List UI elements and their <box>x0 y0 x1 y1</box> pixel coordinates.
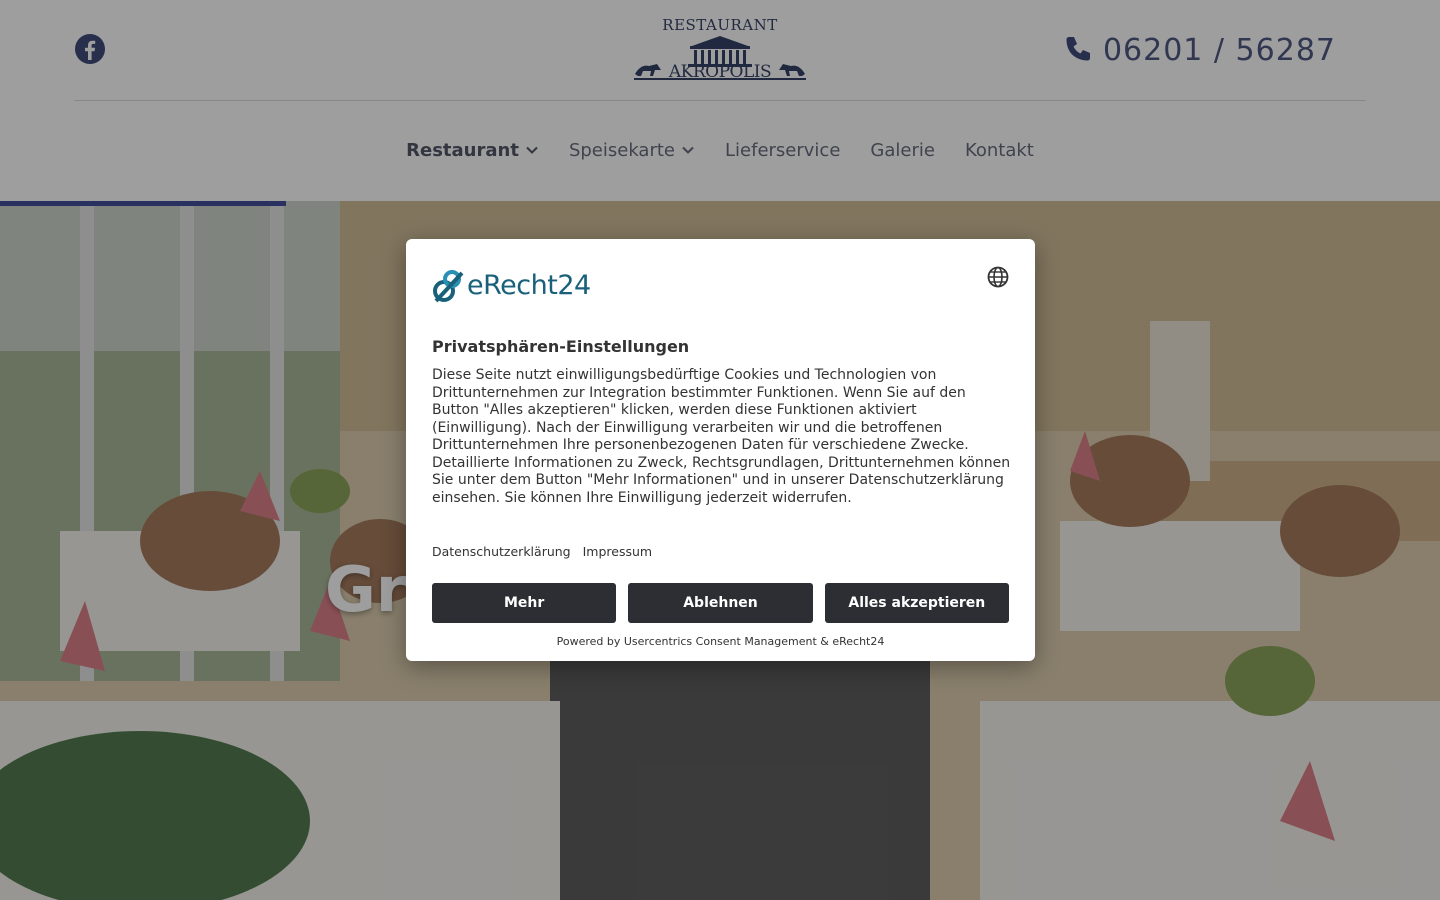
decline-button[interactable]: Ablehnen <box>628 583 813 623</box>
privacy-policy-link[interactable]: Datenschutzerklärung <box>432 544 571 559</box>
consent-title: Privatsphären-Einstellungen <box>432 337 690 356</box>
erecht24-logo: eRecht24 <box>432 265 591 305</box>
consent-dialog: eRecht24 Privatsphären-Einstellungen Die… <box>406 239 1035 661</box>
consent-description: Diese Seite nutzt einwilligungsbedürftig… <box>432 367 1011 506</box>
more-button[interactable]: Mehr <box>432 583 617 623</box>
consent-links: Datenschutzerklärung Impressum <box>432 544 652 559</box>
consent-buttons: Mehr Ablehnen Alles akzeptieren <box>432 583 1009 623</box>
erecht24-mark-icon <box>433 270 464 303</box>
globe-icon[interactable] <box>987 266 1009 288</box>
accept-all-button[interactable]: Alles akzeptieren <box>824 583 1009 623</box>
erecht24-wordmark: eRecht24 <box>467 269 591 301</box>
imprint-link[interactable]: Impressum <box>583 544 652 559</box>
powered-by-text: Powered by Usercentrics Consent Manageme… <box>556 635 885 648</box>
